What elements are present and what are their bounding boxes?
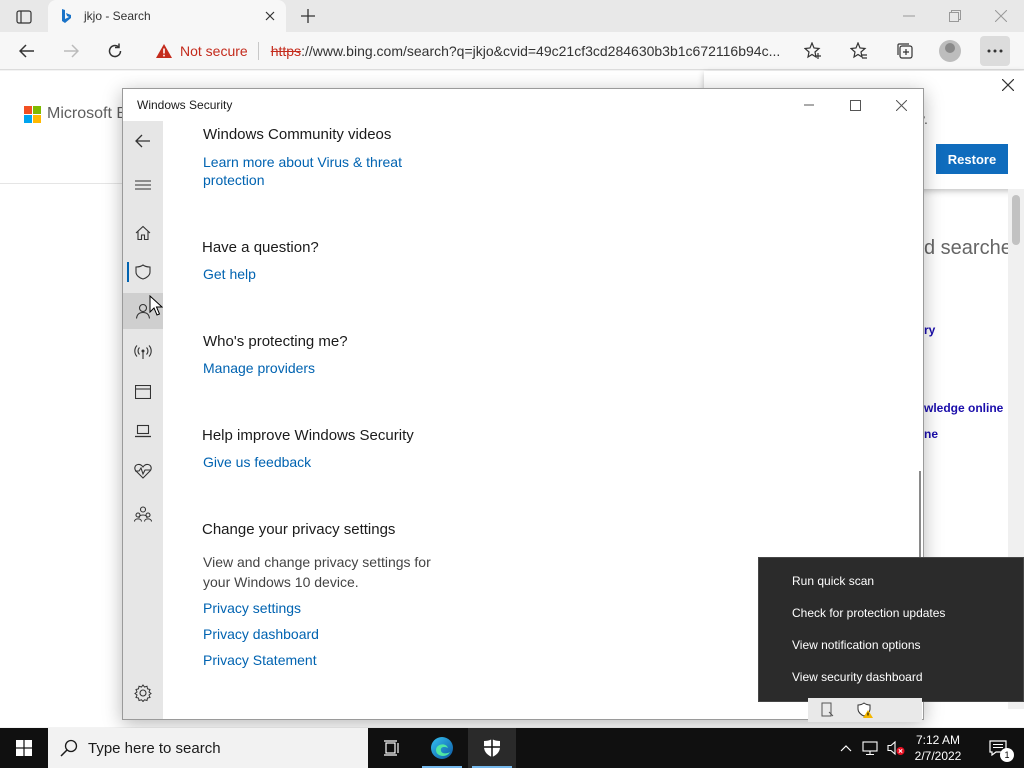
refresh-icon[interactable] bbox=[100, 36, 130, 66]
address-bar-row: Not secure https://www.bing.com/search?q… bbox=[0, 32, 1024, 70]
show-hidden-icons-chevron-icon[interactable] bbox=[836, 738, 856, 758]
privacy-statement-link[interactable]: Privacy Statement bbox=[203, 651, 317, 669]
profile-avatar[interactable] bbox=[935, 36, 965, 66]
privacy-description: View and change privacy settings for you… bbox=[203, 554, 431, 590]
menu-item-run-quick-scan[interactable]: Run quick scan bbox=[759, 566, 1023, 596]
windows-logo-icon bbox=[16, 740, 32, 756]
back-arrow-icon[interactable] bbox=[123, 123, 163, 159]
search-placeholder: Type here to search bbox=[88, 739, 221, 757]
content-scrollbar[interactable] bbox=[919, 471, 921, 557]
close-icon[interactable] bbox=[881, 93, 921, 117]
start-button[interactable] bbox=[0, 728, 48, 768]
section-heading: Have a question? bbox=[202, 239, 319, 256]
menu-item-check-updates[interactable]: Check for protection updates bbox=[759, 598, 1023, 628]
close-window-icon[interactable] bbox=[978, 0, 1024, 32]
security-tray-context-menu: Run quick scan Check for protection upda… bbox=[758, 557, 1024, 702]
microsoft-bing-logo[interactable]: Microsoft Bi bbox=[24, 105, 131, 123]
back-icon[interactable] bbox=[12, 36, 42, 66]
taskbar: Type here to search 7:12 AM 2/7/2022 1 bbox=[0, 728, 1024, 768]
popup-close-icon[interactable] bbox=[998, 75, 1018, 95]
privacy-dashboard-link[interactable]: Privacy dashboard bbox=[203, 625, 319, 643]
hamburger-menu-icon[interactable] bbox=[123, 167, 163, 203]
firewall-network-icon[interactable] bbox=[123, 334, 163, 370]
collections-icon[interactable] bbox=[890, 36, 920, 66]
section-heading: Who's protecting me? bbox=[203, 333, 348, 350]
add-favorite-icon[interactable] bbox=[798, 36, 828, 66]
app-browser-control-icon[interactable] bbox=[123, 374, 163, 410]
maximize-icon[interactable] bbox=[835, 93, 875, 117]
tray-overflow-panel bbox=[808, 698, 922, 722]
restore-window-icon[interactable] bbox=[932, 0, 978, 32]
bing-favicon-icon bbox=[62, 9, 71, 23]
volume-muted-icon[interactable] bbox=[886, 738, 906, 758]
section-heading: Windows Community videos bbox=[203, 126, 392, 143]
section-heading: Change your privacy settings bbox=[202, 521, 396, 538]
settings-gear-icon[interactable] bbox=[123, 675, 163, 711]
menu-item-security-dashboard[interactable]: View security dashboard bbox=[759, 662, 1023, 692]
clock-time: 7:12 AM bbox=[915, 733, 961, 747]
result-link-fragment[interactable]: wledge online bbox=[924, 401, 1003, 415]
get-help-link[interactable]: Get help bbox=[203, 265, 256, 283]
mouse-cursor-icon bbox=[149, 295, 163, 316]
microsoft-logo-icon bbox=[24, 105, 41, 123]
result-link-fragment[interactable]: ry bbox=[924, 323, 935, 337]
notification-count-badge: 1 bbox=[1000, 748, 1014, 762]
not-secure-label: Not secure bbox=[180, 43, 248, 59]
section-heading: Help improve Windows Security bbox=[202, 427, 414, 444]
favorites-icon[interactable] bbox=[844, 36, 874, 66]
warning-icon bbox=[156, 44, 172, 58]
clock-date: 2/7/2022 bbox=[914, 749, 962, 763]
task-view-icon[interactable] bbox=[368, 728, 416, 768]
url-rest: ://www.bing.com/search?q=jkjo&cvid=49c21… bbox=[301, 43, 779, 59]
header-divider bbox=[0, 183, 122, 184]
security-warning-tray-icon[interactable] bbox=[856, 701, 874, 719]
search-icon bbox=[60, 739, 78, 757]
browser-tab-bar: jkjo - Search bbox=[0, 0, 1024, 32]
family-options-icon[interactable] bbox=[123, 496, 163, 532]
device-health-icon[interactable] bbox=[123, 453, 163, 489]
virus-threat-shield-icon[interactable] bbox=[123, 254, 163, 290]
privacy-settings-link[interactable]: Privacy settings bbox=[203, 599, 301, 617]
navigation-sidebar bbox=[123, 121, 163, 719]
avatar-image bbox=[939, 40, 961, 62]
restore-button[interactable]: Restore bbox=[936, 144, 1008, 174]
window-title: Windows Security bbox=[137, 98, 233, 112]
tab-close-icon[interactable] bbox=[258, 4, 282, 28]
window-title-bar[interactable]: Windows Security bbox=[123, 89, 923, 121]
url-text: https://www.bing.com/search?q=jkjo&cvid=… bbox=[259, 43, 779, 59]
result-link-fragment[interactable]: ne bbox=[924, 427, 938, 441]
action-center-icon[interactable]: 1 bbox=[978, 728, 1018, 768]
not-secure-indicator[interactable]: Not secure bbox=[142, 42, 259, 60]
network-icon[interactable] bbox=[861, 738, 881, 758]
edge-browser-icon[interactable] bbox=[418, 728, 466, 768]
new-tab-icon[interactable] bbox=[296, 4, 320, 28]
menu-item-notification-options[interactable]: View notification options bbox=[759, 630, 1023, 660]
tab-title: jkjo - Search bbox=[84, 9, 151, 23]
url-protocol: https bbox=[270, 43, 302, 59]
device-security-icon[interactable] bbox=[123, 413, 163, 449]
minimize-icon[interactable] bbox=[886, 0, 932, 32]
browser-tab[interactable]: jkjo - Search bbox=[48, 0, 286, 32]
related-searches-fragment: d searche bbox=[924, 237, 1012, 259]
windows-security-taskbar-icon[interactable] bbox=[468, 728, 516, 768]
home-icon[interactable] bbox=[123, 215, 163, 251]
logo-text: Microsoft Bi bbox=[47, 105, 131, 122]
scroll-thumb[interactable] bbox=[1012, 195, 1020, 245]
forward-icon[interactable] bbox=[56, 36, 86, 66]
url-field[interactable]: Not secure https://www.bing.com/search?q… bbox=[142, 36, 832, 66]
minimize-icon[interactable] bbox=[789, 93, 829, 117]
give-feedback-link[interactable]: Give us feedback bbox=[203, 453, 311, 471]
system-clock[interactable]: 7:12 AM 2/7/2022 bbox=[908, 732, 968, 764]
more-options-icon[interactable] bbox=[980, 36, 1010, 66]
tab-actions-icon[interactable] bbox=[8, 6, 40, 28]
virus-threat-learn-more-link[interactable]: Learn more about Virus & threat protecti… bbox=[203, 153, 433, 189]
safely-remove-icon[interactable] bbox=[818, 701, 836, 719]
manage-providers-link[interactable]: Manage providers bbox=[203, 359, 315, 377]
taskbar-search-box[interactable]: Type here to search bbox=[48, 728, 368, 768]
